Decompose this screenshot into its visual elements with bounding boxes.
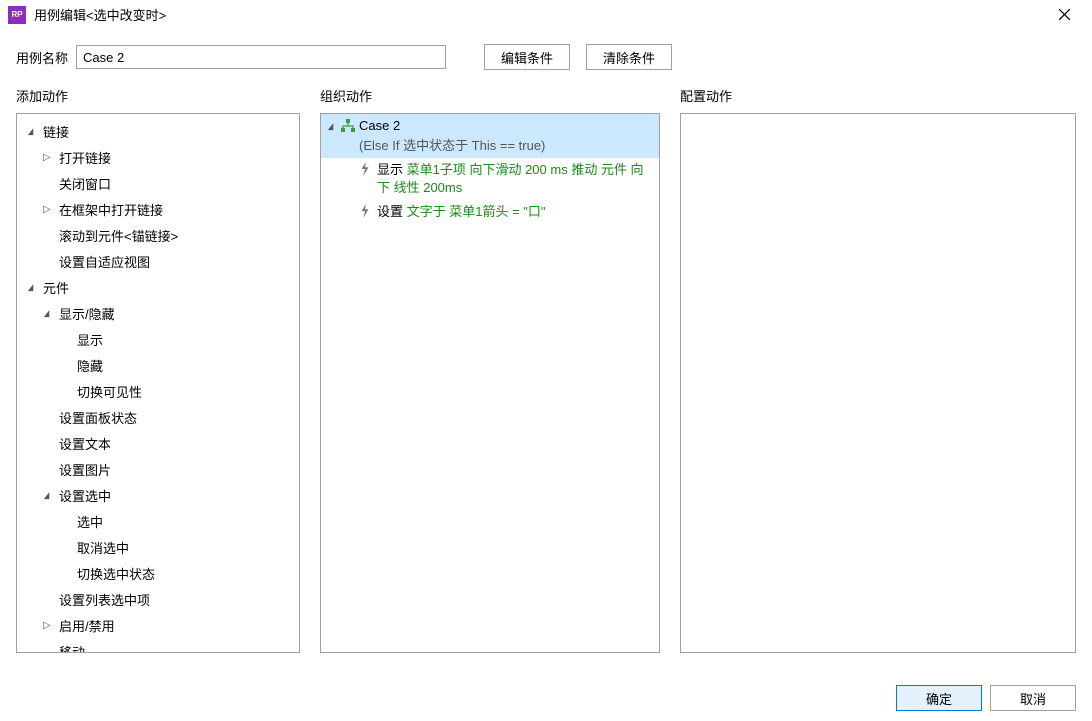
edit-condition-button[interactable]: 编辑条件 <box>484 44 570 70</box>
close-button[interactable] <box>1044 1 1084 29</box>
tree-node-panel-state[interactable]: 设置面板状态 <box>17 404 299 430</box>
tree-node-hide[interactable]: 隐藏 <box>17 352 299 378</box>
header-organize-action: 组织动作 <box>320 86 660 105</box>
cancel-button[interactable]: 取消 <box>990 685 1076 711</box>
tree-node-move[interactable]: 移动 <box>17 638 299 652</box>
case-icon <box>341 118 359 136</box>
header-configure-action: 配置动作 <box>680 86 1076 105</box>
chevron-down-icon <box>27 126 39 137</box>
tree-node-select[interactable]: 选中 <box>17 508 299 534</box>
organize-action-panel: Case 2 (Else If 选中状态于 This == true) 显示 菜… <box>320 113 660 653</box>
ok-button[interactable]: 确定 <box>896 685 982 711</box>
action-row-set-text[interactable]: 设置 文字于 菜单1箭头 = "口" <box>321 200 659 224</box>
window-title: 用例编辑<选中改变时> <box>34 5 1044 24</box>
titlebar: RP 用例编辑<选中改变时> <box>0 0 1092 30</box>
header-add-action: 添加动作 <box>16 86 300 105</box>
chevron-right-icon <box>43 152 55 163</box>
tree-node-open-link[interactable]: 打开链接 <box>17 144 299 170</box>
clear-condition-button[interactable]: 清除条件 <box>586 44 672 70</box>
tree-node-set-image[interactable]: 设置图片 <box>17 456 299 482</box>
case-name-label: 用例名称 <box>16 48 68 67</box>
chevron-down-icon <box>43 490 55 501</box>
chevron-down-icon <box>327 121 339 132</box>
case-name-input[interactable] <box>76 45 446 69</box>
tree-node-set-selected[interactable]: 设置选中 <box>17 482 299 508</box>
case-row[interactable]: Case 2 (Else If 选中状态于 This == true) <box>321 114 659 158</box>
tree-node-toggle-visibility[interactable]: 切换可见性 <box>17 378 299 404</box>
tree-node-show-hide[interactable]: 显示/隐藏 <box>17 300 299 326</box>
tree-node-enable-disable[interactable]: 启用/禁用 <box>17 612 299 638</box>
tree-node-scroll-to[interactable]: 滚动到元件<锚链接> <box>17 222 299 248</box>
bolt-icon <box>359 161 377 179</box>
action-detail: 菜单1子项 向下滑动 200 ms 推动 元件 向下 线性 200ms <box>377 162 644 195</box>
tree-node-set-list-selected[interactable]: 设置列表选中项 <box>17 586 299 612</box>
chevron-right-icon <box>43 204 55 215</box>
tree-node-widget[interactable]: 元件 <box>17 274 299 300</box>
configure-action-panel <box>680 113 1076 653</box>
case-condition-text: (Else If 选中状态于 This == true) <box>359 133 653 156</box>
tree-node-show[interactable]: 显示 <box>17 326 299 352</box>
action-prefix: 显示 <box>377 162 407 177</box>
app-icon: RP <box>8 6 26 24</box>
chevron-down-icon <box>43 308 55 319</box>
tree-node-open-in-frame[interactable]: 在框架中打开链接 <box>17 196 299 222</box>
tree-node-links[interactable]: 链接 <box>17 118 299 144</box>
close-icon <box>1059 9 1070 20</box>
column-headers: 添加动作 组织动作 配置动作 <box>0 80 1092 113</box>
action-prefix: 设置 <box>377 204 407 219</box>
action-row-show[interactable]: 显示 菜单1子项 向下滑动 200 ms 推动 元件 向下 线性 200ms <box>321 158 659 200</box>
action-tree[interactable]: 链接 打开链接 关闭窗口 在框架中打开链接 滚动到元件<锚链接> 设置自适应视图… <box>17 114 299 652</box>
tree-node-close-window[interactable]: 关闭窗口 <box>17 170 299 196</box>
case-name-row: 用例名称 编辑条件 清除条件 <box>0 30 1092 80</box>
tree-node-toggle-selected[interactable]: 切换选中状态 <box>17 560 299 586</box>
chevron-down-icon <box>27 282 39 293</box>
bolt-icon <box>359 203 377 221</box>
action-detail: 文字于 菜单1箭头 = "口" <box>407 204 546 219</box>
add-action-panel: 链接 打开链接 关闭窗口 在框架中打开链接 滚动到元件<锚链接> 设置自适应视图… <box>16 113 300 653</box>
tree-node-deselect[interactable]: 取消选中 <box>17 534 299 560</box>
case-name-text: Case 2 <box>359 118 653 133</box>
chevron-right-icon <box>43 620 55 631</box>
tree-node-adaptive-view[interactable]: 设置自适应视图 <box>17 248 299 274</box>
panels-row: 链接 打开链接 关闭窗口 在框架中打开链接 滚动到元件<锚链接> 设置自适应视图… <box>0 113 1092 665</box>
footer: 确定 取消 <box>880 677 1092 721</box>
tree-node-set-text[interactable]: 设置文本 <box>17 430 299 456</box>
